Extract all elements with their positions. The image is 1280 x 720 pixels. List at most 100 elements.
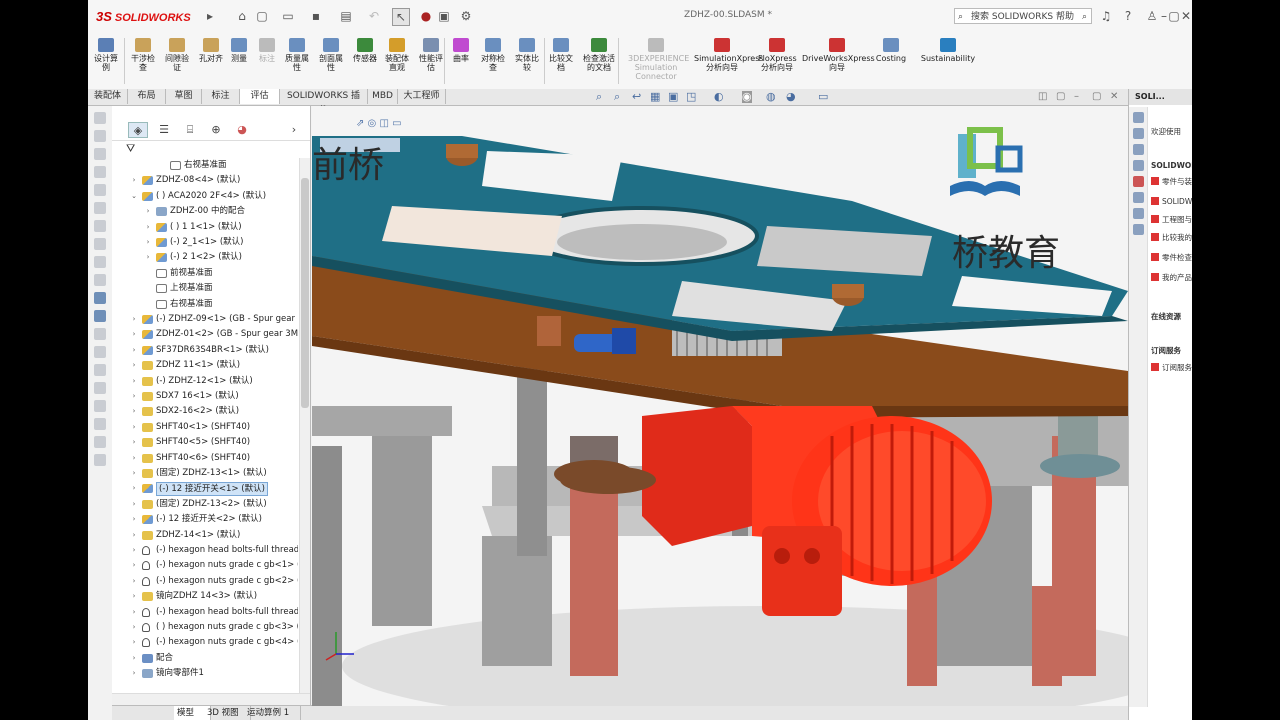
command-tab[interactable]: 评估 <box>240 89 280 104</box>
search-go-icon[interactable]: ⌕ <box>1082 9 1087 25</box>
tree-item[interactable]: › ZDHZ-14<1> (默认) <box>112 528 298 543</box>
ribbon-item[interactable]: 3DEXPERIENCE Simulation Connector <box>628 38 689 81</box>
expand-arrow-icon[interactable]: › <box>130 512 138 527</box>
help-icon[interactable]: ? <box>1120 8 1136 24</box>
tool-icon[interactable] <box>94 220 106 232</box>
viewport-minimize-icon[interactable]: – <box>1074 91 1079 102</box>
tree-item[interactable]: › SHFT40<1> (SHFT40) <box>112 420 298 435</box>
expand-arrow-icon[interactable]: › <box>130 389 138 404</box>
ribbon-item[interactable]: FloXpress 分析向导 <box>758 38 797 72</box>
bottom-tab[interactable]: 运动算例 1 <box>244 706 301 720</box>
command-tab[interactable]: SOLIDWORKS 插件 <box>280 89 368 116</box>
resources-icon[interactable] <box>1132 128 1144 139</box>
tool-icon[interactable] <box>94 310 106 322</box>
tree-item[interactable]: › 配合 <box>112 651 298 666</box>
tool-icon[interactable] <box>94 346 106 358</box>
select-cursor-icon[interactable]: ↖ <box>392 8 410 26</box>
apply-scene-icon[interactable]: ◕ <box>786 91 796 103</box>
expand-arrow-icon[interactable]: › <box>130 620 138 635</box>
display-manager-tab[interactable]: ◕ <box>232 122 252 138</box>
tool-icon[interactable] <box>94 238 106 250</box>
tree-item[interactable]: › SDX7 16<1> (默认) <box>112 389 298 404</box>
expand-arrow-icon[interactable]: › <box>130 451 138 466</box>
tool-icon[interactable] <box>94 166 106 178</box>
ribbon-item[interactable]: 测量 <box>228 38 250 63</box>
tree-item[interactable]: › (-) ZDHZ-12<1> (默认) <box>112 374 298 389</box>
ribbon-item[interactable]: 传感器 <box>350 38 380 63</box>
expand-arrow-icon[interactable]: › <box>144 220 152 235</box>
appearances-icon[interactable] <box>1132 192 1144 203</box>
tree-item[interactable]: › (-) hexagon head bolts-full thread <box>112 605 298 620</box>
expand-arrow-icon[interactable]: › <box>130 435 138 450</box>
tree-item[interactable]: › ZDHZ-08<4> (默认) <box>112 173 298 188</box>
forum-icon[interactable] <box>1132 224 1144 235</box>
ribbon-item[interactable]: 实体比较 <box>512 38 542 72</box>
tree-item[interactable]: › (-) hexagon nuts grade c gb<1> (C <box>112 558 298 573</box>
edit-appearance-icon[interactable]: ◍ <box>766 91 776 103</box>
ribbon-item[interactable]: Costing <box>874 38 908 63</box>
tool-icon[interactable] <box>94 112 106 124</box>
heads-up-view-icons[interactable]: ⇗ ◎ ◫ ▭ <box>356 118 402 129</box>
help-search-input[interactable]: ⌕ 搜索 SOLIDWORKS 帮助 ⌕ <box>954 8 1092 24</box>
tree-item[interactable]: › ZDHZ 11<1> (默认) <box>112 358 298 373</box>
tool-icon[interactable] <box>94 382 106 394</box>
tool-icon[interactable] <box>94 148 106 160</box>
tree-item[interactable]: › SHFT40<5> (SHFT40) <box>112 435 298 450</box>
tree-item[interactable]: 右视基准面 <box>112 158 298 173</box>
tree-item[interactable]: › 镜向ZDHZ 14<3> (默认) <box>112 589 298 604</box>
tree-vertical-scrollbar[interactable] <box>299 158 310 694</box>
zoom-to-fit-icon[interactable]: ⌕ <box>596 91 602 103</box>
viewport-close-icon[interactable]: ✕ <box>1110 91 1118 102</box>
file-properties-icon[interactable]: ▣ <box>436 8 452 24</box>
ribbon-item[interactable]: 标注 <box>256 38 278 63</box>
task-pane-link[interactable]: 零件检查 <box>1151 253 1192 263</box>
scroll-thumb[interactable] <box>301 178 309 408</box>
hide-show-items-icon[interactable]: ◉ <box>742 91 752 103</box>
previous-view-icon[interactable]: ↩ <box>632 91 641 103</box>
ribbon-item[interactable]: 剖面属性 <box>316 38 346 72</box>
configuration-manager-tab[interactable]: ⌸ <box>180 122 200 138</box>
tree-item[interactable]: › 镜向零部件1 <box>112 666 298 681</box>
tree-item[interactable]: › SF37DR63S4BR<1> (默认) <box>112 343 298 358</box>
tool-icon[interactable] <box>94 436 106 448</box>
view-settings-icon[interactable]: ▭ <box>818 91 828 103</box>
notifications-icon[interactable]: ♫ <box>1098 8 1114 24</box>
task-pane-link[interactable]: 零件与装配 <box>1151 177 1192 187</box>
ribbon-item[interactable]: 装配体直观 <box>382 38 412 72</box>
ribbon-item[interactable]: 间隙验证 <box>162 38 192 72</box>
save-icon[interactable]: ▪ <box>308 8 324 24</box>
options-gear-icon[interactable]: ⚙ <box>458 8 474 24</box>
expand-arrow-icon[interactable]: › <box>144 235 152 250</box>
ribbon-item[interactable]: DriveWorksXpress 向导 <box>802 38 875 72</box>
tool-icon[interactable] <box>94 184 106 196</box>
property-manager-tab[interactable]: ☰ <box>154 122 174 138</box>
expand-arrow-icon[interactable]: › <box>130 574 138 589</box>
expand-arrow-icon[interactable]: › <box>130 558 138 573</box>
ribbon-item[interactable]: 质量属性 <box>282 38 312 72</box>
custom-properties-icon[interactable] <box>1132 208 1144 219</box>
expand-arrow-icon[interactable]: › <box>130 543 138 558</box>
expand-arrow-icon[interactable]: › <box>130 358 138 373</box>
expand-arrow-icon[interactable]: › <box>130 173 138 188</box>
tree-item[interactable]: 前视基准面 <box>112 266 298 281</box>
ribbon-item[interactable]: 设计算例 <box>92 38 120 72</box>
featuremanager-tree-tab[interactable]: ◈ <box>128 122 148 138</box>
file-explorer-icon[interactable] <box>1132 160 1144 171</box>
tool-icon[interactable] <box>94 274 106 286</box>
section-view-icon[interactable]: ▦ <box>650 91 660 103</box>
close-icon[interactable]: ✕ <box>1178 8 1192 24</box>
subscription-link[interactable]: 订阅服务 <box>1151 363 1192 373</box>
tool-icon[interactable] <box>94 130 106 142</box>
tree-item[interactable]: › ZDHZ-00 中的配合 <box>112 204 298 219</box>
graphics-area[interactable]: ⇗ ◎ ◫ ▭ 前桥 桥教育 <box>312 106 1128 706</box>
tool-icon[interactable] <box>94 328 106 340</box>
viewport-restore-icon[interactable]: ◫ <box>1038 91 1047 102</box>
expand-arrow-icon[interactable]: › <box>130 312 138 327</box>
expand-arrow-icon[interactable]: › <box>130 466 138 481</box>
tree-item[interactable]: › (-) hexagon nuts grade c gb<2> (C <box>112 574 298 589</box>
tree-item[interactable]: › (-) 2_1<1> (默认) <box>112 235 298 250</box>
expand-arrow-icon[interactable]: › <box>130 528 138 543</box>
tree-item[interactable]: 上视基准面 <box>112 281 298 296</box>
tree-item[interactable]: ⌄ ( ) ACA2020 2F<4> (默认) <box>112 189 298 204</box>
command-tab[interactable]: 草图 <box>166 89 202 104</box>
